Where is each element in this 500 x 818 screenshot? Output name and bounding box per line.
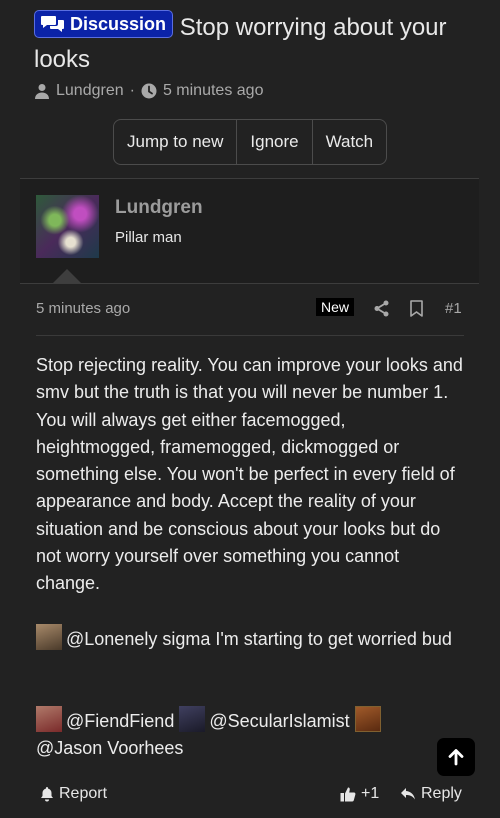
mention-avatar[interactable] [36, 706, 62, 732]
jump-to-new-button[interactable]: Jump to new [114, 120, 238, 164]
thread-actions: Jump to new Ignore Watch [113, 119, 388, 165]
avatar[interactable] [36, 195, 99, 258]
mention-text[interactable]: @Lonenely sigma I'm starting to get worr… [66, 629, 452, 649]
mention-line-2: @FiendFiend @SecularIslamist @Jason Voor… [36, 706, 466, 763]
like-count: +1 [361, 785, 380, 802]
reply-icon [401, 788, 415, 800]
prefix-label: Discussion [70, 14, 167, 34]
user-block-arrow [53, 269, 81, 283]
post-time[interactable]: 5 minutes ago [36, 300, 130, 317]
post-username[interactable]: Lundgren [115, 197, 203, 219]
thumbs-up-icon [340, 787, 356, 802]
share-icon[interactable] [373, 300, 390, 317]
mention-secularislamist[interactable]: @SecularIslamist [209, 711, 349, 731]
thread-header: Discussion Stop worrying about your look… [34, 10, 474, 76]
thread-title-line: Discussion Stop worrying about your look… [34, 10, 474, 76]
post-user-block: Lundgren Pillar man [20, 178, 479, 284]
report-button[interactable]: Report [39, 785, 107, 803]
prefix-badge[interactable]: Discussion [34, 10, 174, 38]
user-title: Pillar man [115, 229, 182, 246]
post-meta: 5 minutes ago New #1 [36, 298, 464, 320]
mention-avatar[interactable] [354, 706, 381, 732]
watch-button[interactable]: Watch [313, 120, 387, 164]
like-button[interactable]: +1 [340, 785, 379, 803]
thread-author[interactable]: Lundgren [56, 82, 124, 100]
bell-icon [41, 787, 53, 802]
post-divider [36, 335, 464, 336]
scroll-top-button[interactable] [437, 738, 475, 776]
post-footer: Report +1 Reply [20, 783, 479, 807]
mention-fiendfiend[interactable]: @FiendFiend [66, 711, 174, 731]
arrow-up-icon [448, 749, 464, 766]
reply-button[interactable]: Reply [400, 785, 462, 803]
post-number[interactable]: #1 [445, 300, 462, 317]
thread-meta: Lundgren · 5 minutes ago [34, 82, 263, 100]
mention-jason-voorhees[interactable]: @Jason Voorhees [36, 738, 183, 758]
post: Lundgren Pillar man 5 minutes ago New #1… [20, 178, 479, 818]
post-body: Stop rejecting reality. You can improve … [36, 355, 463, 594]
reply-label: Reply [421, 785, 462, 802]
new-badge: New [316, 298, 355, 316]
comments-icon [41, 16, 64, 32]
bookmark-icon[interactable] [409, 300, 424, 317]
clock-icon [141, 83, 157, 99]
ignore-button[interactable]: Ignore [237, 120, 313, 164]
meta-separator: · [129, 82, 135, 99]
user-icon [35, 84, 49, 99]
thread-time[interactable]: 5 minutes ago [163, 82, 264, 100]
mention-avatar[interactable] [36, 624, 62, 650]
mention-avatar[interactable] [179, 706, 206, 732]
report-label: Report [59, 785, 108, 802]
mention-line-1: @Lonenely sigma I'm starting to get worr… [36, 624, 466, 653]
